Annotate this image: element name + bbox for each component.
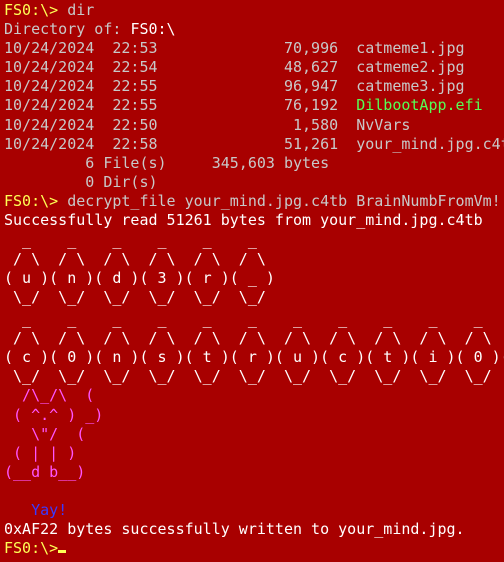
banner-line: \_/ \_/ \_/ \_/ \_/ \_/ \_/ \_/ \_/ \_/ … — [4, 367, 504, 386]
file-size: 96,947 — [283, 77, 339, 96]
text-cursor — [58, 550, 67, 554]
cat-art-line: \"/ ( — [4, 424, 86, 443]
file-date: 10/24/2024 — [4, 58, 95, 77]
directory-header: Directory of: FS0:\ — [4, 20, 504, 39]
file-size: 70,996 — [283, 39, 339, 58]
file-date: 10/24/2024 — [4, 115, 95, 134]
file-name[interactable]: DilbootApp.efi — [356, 96, 482, 114]
banner-line: / \ / \ / \ / \ / \ / \ / \ / \ / \ / \ … — [4, 329, 504, 348]
shell-prompt: FS0:\> — [4, 539, 59, 558]
ascii-cat-art: /\_/\ ( ( ^.^ ) _) \"/ ( ( | | ) (__d b__… — [4, 386, 504, 481]
file-time: 22:54 — [112, 58, 158, 77]
uefi-shell-screen[interactable]: FS0:\> dir Directory of: FS0:\ 10/24/202… — [0, 0, 504, 562]
dir-command-line: FS0:\> dir — [4, 1, 504, 20]
dir-command: dir — [67, 1, 95, 19]
banner-line: / \ / \ / \ / \ / \ / \ — [4, 249, 266, 268]
file-list: 10/24/2024 22:53 70,996 catmeme1.jpg 10/2… — [4, 39, 504, 154]
ascii-banner-construction: _ _ _ _ _ _ _ _ _ _ _ _ / \ / \ / \ / \ … — [4, 310, 504, 386]
banner-line: _ _ _ _ _ _ — [4, 230, 257, 249]
dirs-summary: 0 Dir(s) — [4, 172, 158, 191]
banner-line: ( u )( n )( d )( 3 )( r )( _ ) — [4, 268, 275, 287]
file-time: 22:55 — [112, 77, 158, 96]
file-time: 22:55 — [112, 96, 158, 115]
directory-label: Directory of: — [4, 20, 131, 39]
file-name[interactable]: your_mind.jpg.c4tb — [356, 135, 504, 153]
cat-art-line: /\_/\ ( — [4, 386, 95, 405]
file-size: 1,580 — [293, 115, 339, 134]
file-time: 22:58 — [112, 134, 158, 153]
file-row: 10/24/2024 22:54 48,627 catmeme2.jpg — [4, 58, 504, 77]
decrypt-command-line: FS0:\> decrypt_file your_mind.jpg.c4tb B… — [4, 192, 504, 211]
shell-prompt: FS0:\> — [4, 191, 68, 210]
cat-art-line: ( | | ) — [4, 443, 77, 462]
cat-art-line: ( ^.^ ) _) — [4, 405, 104, 424]
file-size: 76,192 — [283, 96, 339, 115]
file-row: 10/24/2024 22:50 1,580 NvVars — [4, 116, 504, 135]
file-date: 10/24/2024 — [4, 39, 95, 58]
decrypt-command: decrypt_file your_mind.jpg.c4tb BrainNum… — [67, 191, 501, 210]
banner-line: \_/ \_/ \_/ \_/ \_/ \_/ — [4, 288, 266, 306]
file-name[interactable]: NvVars — [356, 116, 410, 134]
file-time: 22:50 — [112, 115, 158, 134]
file-row: 10/24/2024 22:53 70,996 catmeme1.jpg — [4, 39, 504, 58]
file-name[interactable]: catmeme3.jpg — [356, 77, 464, 95]
file-name[interactable]: catmeme1.jpg — [356, 39, 464, 57]
yay-text: Yay! — [4, 501, 68, 520]
shell-prompt: FS0:\> — [4, 1, 68, 19]
directory-path: FS0:\ — [130, 20, 176, 39]
banner-line: _ _ _ _ _ _ _ _ _ _ _ _ — [4, 310, 504, 329]
file-name[interactable]: catmeme2.jpg — [356, 58, 464, 76]
cat-art-line: (__d b__) — [4, 462, 86, 481]
file-row: 10/24/2024 22:55 96,947 catmeme3.jpg — [4, 77, 504, 96]
file-size: 48,627 — [283, 58, 339, 77]
final-prompt-line[interactable]: FS0:\> — [4, 539, 504, 558]
file-row: 10/24/2024 22:55 76,192 DilbootApp.efi — [4, 96, 504, 115]
file-size: 51,261 — [283, 134, 339, 153]
banner-line: ( c )( 0 )( n )( s )( t )( r )( u )( c )… — [4, 348, 504, 367]
read-success-message: Successfully read 51261 bytes from your_… — [4, 211, 483, 230]
write-success-message: 0xAF22 bytes successfully written to you… — [4, 520, 465, 539]
file-date: 10/24/2024 — [4, 77, 95, 96]
file-date: 10/24/2024 — [4, 96, 95, 115]
file-date: 10/24/2024 — [4, 134, 95, 153]
ascii-banner-undr: _ _ _ _ _ _ / \ / \ / \ / \ / \ / \( u )… — [4, 231, 504, 307]
file-time: 22:53 — [112, 39, 158, 58]
file-row: 10/24/2024 22:58 51,261 your_mind.jpg.c4… — [4, 135, 504, 154]
files-summary: 6 File(s) 345,603 bytes — [4, 153, 330, 172]
